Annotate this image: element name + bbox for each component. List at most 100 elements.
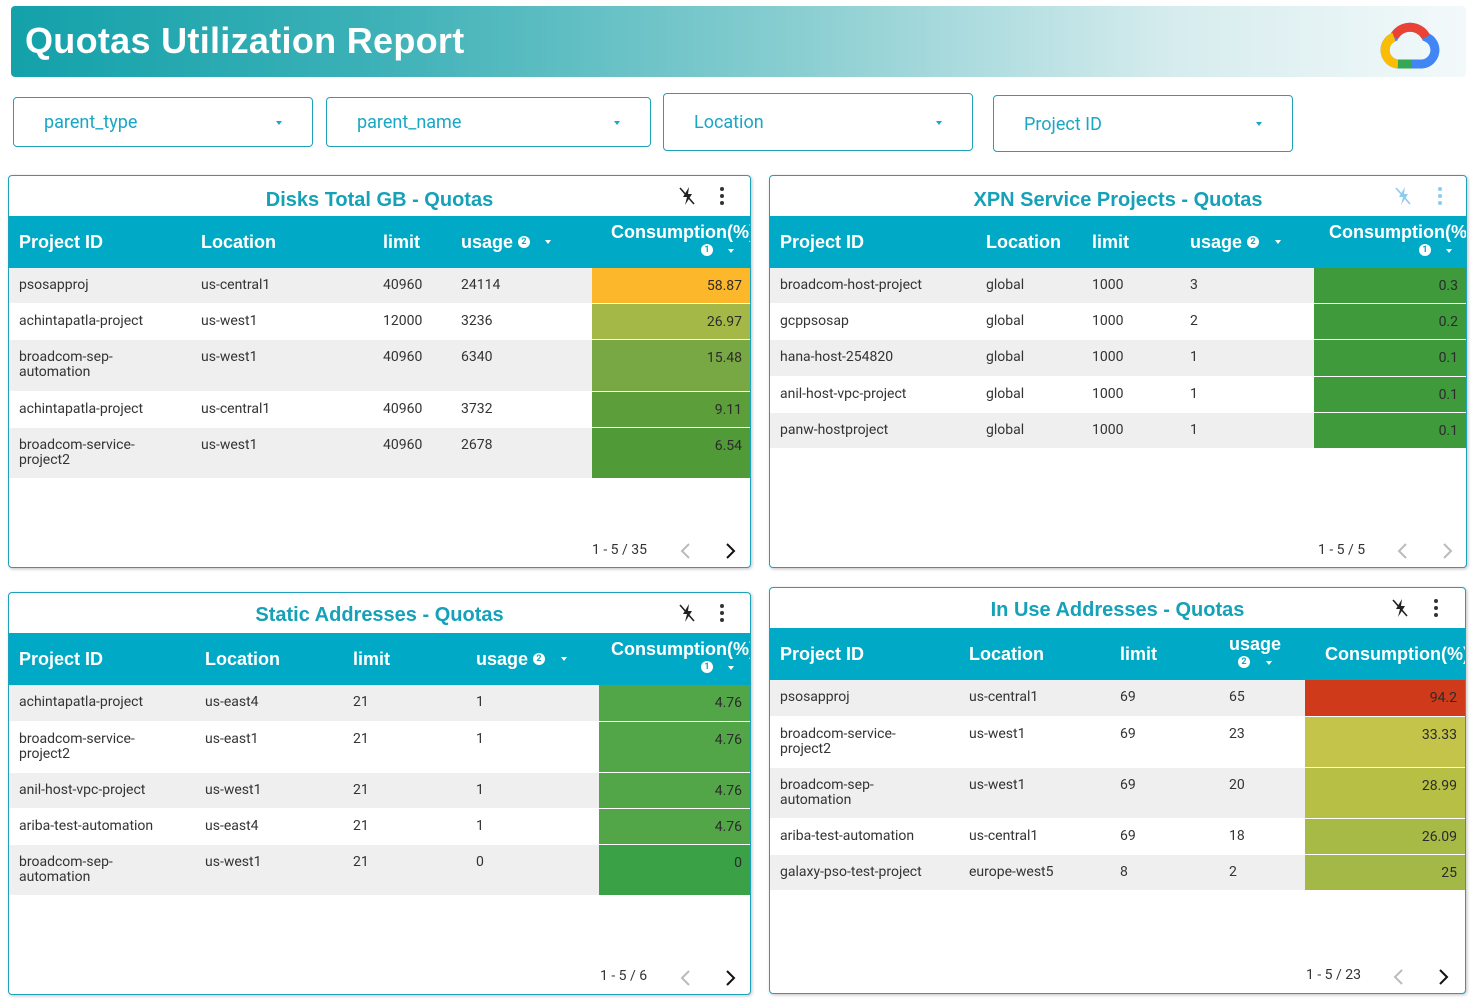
more-vert-icon[interactable] <box>1436 186 1444 206</box>
chevron-right-icon[interactable] <box>723 542 737 560</box>
cell-consumption: 25 <box>1305 855 1465 890</box>
col-limit[interactable]: limit <box>353 649 390 670</box>
help-badge[interactable]: 2 <box>518 236 530 248</box>
chevron-left-icon[interactable] <box>1396 542 1410 560</box>
table-row[interactable]: anil-host-vpc-project global 1000 1 0.1 <box>770 377 1466 413</box>
table-row[interactable]: broadcom-sep-automation us-west1 40960 6… <box>9 340 750 392</box>
filter-parent-type[interactable]: parent_type <box>13 97 313 147</box>
sort-desc-icon[interactable] <box>1266 661 1272 665</box>
col-consumption[interactable]: Consumption(%) <box>611 639 750 660</box>
help-badge[interactable]: 2 <box>533 653 545 665</box>
chevron-right-icon[interactable] <box>1436 968 1450 986</box>
cell-consumption: 0 <box>599 845 750 895</box>
cell-usage: 0 <box>476 854 484 870</box>
sort-desc-icon[interactable] <box>545 240 551 244</box>
col-usage[interactable]: usage <box>1190 232 1242 253</box>
cell-usage: 65 <box>1229 689 1245 705</box>
sort-icon[interactable] <box>728 249 734 253</box>
col-location[interactable]: Location <box>969 644 1044 665</box>
table-row[interactable]: broadcom-host-project global 1000 3 0.3 <box>770 268 1466 304</box>
lightning-off-icon[interactable] <box>677 185 697 207</box>
cell-consumption: 58.87 <box>592 268 750 303</box>
col-limit[interactable]: limit <box>1092 232 1129 253</box>
more-vert-icon[interactable] <box>1432 598 1440 618</box>
lightning-off-icon[interactable] <box>1393 185 1413 207</box>
cell-usage: 1 <box>476 694 484 710</box>
cell-project: ariba-test-automation <box>19 818 154 834</box>
more-vert-icon[interactable] <box>718 186 726 206</box>
filter-parent-name[interactable]: parent_name <box>326 97 651 147</box>
google-cloud-logo-icon <box>1380 22 1440 69</box>
cell-limit: 21 <box>353 694 369 710</box>
table-row[interactable]: ariba-test-automation us-central1 69 18 … <box>770 819 1465 855</box>
cell-project: ariba-test-automation <box>780 828 915 844</box>
table-row[interactable]: psosapproj us-central1 69 65 94.2 <box>770 680 1465 717</box>
chevron-left-icon[interactable] <box>679 542 693 560</box>
sort-desc-icon[interactable] <box>561 657 567 661</box>
col-project-id[interactable]: Project ID <box>780 232 864 253</box>
table-row[interactable]: broadcom-service-project2 us-west1 40960… <box>9 428 750 479</box>
col-consumption[interactable]: Consumption(%) <box>1325 644 1465 665</box>
col-project-id[interactable]: Project ID <box>19 649 103 670</box>
col-limit[interactable]: limit <box>383 232 420 253</box>
col-project-id[interactable]: Project ID <box>780 644 864 665</box>
table-row[interactable]: broadcom-service-project2 us-east1 21 1 … <box>9 722 750 773</box>
chevron-down-icon <box>614 121 620 125</box>
filter-location[interactable]: Location <box>663 93 973 151</box>
table-row[interactable]: anil-host-vpc-project us-west1 21 1 4.76 <box>9 773 750 809</box>
cell-limit: 40960 <box>383 401 423 417</box>
cell-location: us-west1 <box>201 313 258 329</box>
help-badge[interactable]: 1 <box>1419 244 1431 256</box>
more-vert-icon[interactable] <box>718 603 726 623</box>
cell-project: galaxy-pso-test-project <box>780 864 922 880</box>
chevron-right-icon[interactable] <box>723 969 737 987</box>
col-location[interactable]: Location <box>205 649 280 670</box>
cell-project: broadcom-sep-automation <box>19 854 113 885</box>
table-row[interactable]: galaxy-pso-test-project europe-west5 8 2… <box>770 855 1465 891</box>
sort-desc-icon[interactable] <box>1275 240 1281 244</box>
col-usage[interactable]: usage <box>461 232 513 253</box>
table-row[interactable]: achintapatla-project us-west1 12000 3236… <box>9 304 750 340</box>
col-usage[interactable]: usage <box>476 649 528 670</box>
lightning-off-icon[interactable] <box>1390 597 1410 619</box>
cell-project: achintapatla-project <box>19 313 144 329</box>
pagination-label: 1 - 5 / 35 <box>592 542 648 558</box>
col-usage[interactable]: usage <box>1229 634 1281 655</box>
chevron-right-icon[interactable] <box>1440 542 1454 560</box>
sort-icon[interactable] <box>728 666 734 670</box>
table-row[interactable]: ariba-test-automation us-east4 21 1 4.76 <box>9 809 750 845</box>
table-row[interactable]: achintapatla-project us-central1 40960 3… <box>9 392 750 428</box>
cell-consumption: 4.76 <box>599 773 750 808</box>
table-header: Project ID Location limit usage 2 Consum… <box>9 633 750 685</box>
col-limit[interactable]: limit <box>1120 644 1157 665</box>
panel-title: In Use Addresses - Quotas <box>990 599 1245 621</box>
sort-icon[interactable] <box>1446 249 1452 253</box>
table-row[interactable]: gcppsosap global 1000 2 0.2 <box>770 304 1466 340</box>
filter-project-id[interactable]: Project ID <box>993 95 1293 152</box>
lightning-off-icon[interactable] <box>677 602 697 624</box>
table-row[interactable]: hana-host-254820 global 1000 1 0.1 <box>770 340 1466 377</box>
table-row[interactable]: achintapatla-project us-east4 21 1 4.76 <box>9 685 750 722</box>
col-project-id[interactable]: Project ID <box>19 232 103 253</box>
table-row[interactable]: broadcom-service-project2 us-west1 69 23… <box>770 717 1465 768</box>
help-badge[interactable]: 2 <box>1247 236 1259 248</box>
col-consumption[interactable]: Consumption(%) <box>611 222 750 243</box>
cell-location: europe-west5 <box>969 864 1054 880</box>
chevron-left-icon[interactable] <box>679 969 693 987</box>
help-badge[interactable]: 1 <box>701 244 713 256</box>
chevron-left-icon[interactable] <box>1392 968 1406 986</box>
cell-limit: 21 <box>353 818 369 834</box>
table-row[interactable]: broadcom-sep-automation us-west1 21 0 0 <box>9 845 750 896</box>
col-consumption[interactable]: Consumption(%) <box>1329 222 1466 243</box>
chevron-down-icon <box>936 121 942 125</box>
table-row[interactable]: broadcom-sep-automation us-west1 69 20 2… <box>770 768 1465 819</box>
help-badge[interactable]: 1 <box>701 661 713 673</box>
col-location[interactable]: Location <box>986 232 1061 253</box>
table-row[interactable]: psosapproj us-central1 40960 24114 58.87 <box>9 268 750 304</box>
table-row[interactable]: panw-hostproject global 1000 1 0.1 <box>770 413 1466 449</box>
cell-limit: 21 <box>353 731 369 747</box>
cell-location: us-central1 <box>969 828 1039 844</box>
col-location[interactable]: Location <box>201 232 276 253</box>
help-badge[interactable]: 2 <box>1238 656 1250 668</box>
cell-limit: 12000 <box>383 313 423 329</box>
